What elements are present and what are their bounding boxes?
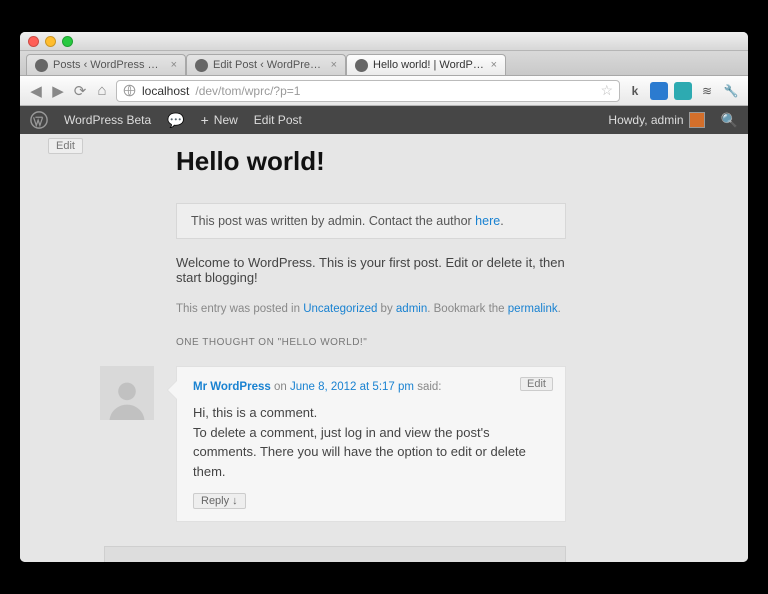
post-meta: This entry was posted in Uncategorized b… [176,303,566,315]
close-window-button[interactable] [28,36,39,47]
comment: Edit Mr WordPress on June 8, 2012 at 5:1… [176,366,566,522]
tab-title: Hello world! | WordPress Bet… [373,59,486,71]
comment-text-line: To delete a comment, just log in and vie… [193,423,549,482]
content-viewport: Edit Hello world! This post was written … [20,134,748,562]
comments-heading: One thought on "Hello World!" [176,337,566,348]
address-host: localhost [142,84,189,98]
comment-avatar [100,366,154,420]
author-note-box: This post was written by admin. Contact … [176,203,566,239]
close-tab-icon[interactable]: × [491,59,497,71]
comment-body-box: Edit Mr WordPress on June 8, 2012 at 5:1… [176,366,566,522]
comment-reply-button[interactable]: Reply ↓ [193,493,246,509]
minimize-window-button[interactable] [45,36,56,47]
user-avatar-icon [689,112,705,128]
browser-tab[interactable]: Hello world! | WordPress Bet… × [346,54,506,75]
extension-layers-icon[interactable]: ≋ [698,82,716,100]
forward-button[interactable]: ▶ [50,82,66,100]
reload-button[interactable]: ⟳ [72,82,88,100]
back-button[interactable]: ◀ [28,82,44,100]
comment-meta: Mr WordPress on June 8, 2012 at 5:17 pm … [193,381,549,393]
adminbar-new[interactable]: + New [201,113,238,127]
favicon-icon [35,59,48,72]
avatar-placeholder-icon [105,376,149,420]
adminbar-new-label: New [214,113,238,127]
browser-tab[interactable]: Edit Post ‹ WordPress Beta … × [186,54,346,75]
extension-blue-icon[interactable] [650,82,668,100]
reply-form: Leave a Reply Logged in as admin. Log ou… [104,546,566,562]
permalink-link[interactable]: permalink [508,303,558,315]
adminbar-howdy[interactable]: Howdy, admin [608,112,704,128]
tab-title: Edit Post ‹ WordPress Beta … [213,59,326,71]
wordpress-logo-icon[interactable] [30,111,48,129]
comments-bubble-icon[interactable]: 💬 [167,112,184,129]
tab-title: Posts ‹ WordPress Beta — W… [53,59,166,71]
comment-author-link[interactable]: Mr WordPress [193,381,271,393]
post-title: Hello world! [176,146,566,177]
address-bar[interactable]: localhost/dev/tom/wprc/?p=1 ☆ [116,80,620,102]
author-contact-link[interactable]: here [475,214,500,228]
plus-icon: + [201,113,209,127]
post-excerpt: Welcome to WordPress. This is your first… [176,255,566,285]
favicon-icon [195,59,208,72]
toolbar: ◀ ▶ ⟳ ⌂ localhost/dev/tom/wprc/?p=1 ☆ k … [20,76,748,106]
zoom-window-button[interactable] [62,36,73,47]
adminbar-site-name[interactable]: WordPress Beta [64,113,151,127]
home-button[interactable]: ⌂ [94,82,110,99]
author-link[interactable]: admin [396,303,427,315]
edit-post-link[interactable]: Edit [48,138,83,154]
address-path: /dev/tom/wprc/?p=1 [195,84,300,98]
bookmark-star-icon[interactable]: ☆ [600,82,613,99]
adminbar-search-icon[interactable]: 🔍 [721,112,738,129]
browser-window: Posts ‹ WordPress Beta — W… × Edit Post … [20,32,748,562]
browser-tab[interactable]: Posts ‹ WordPress Beta — W… × [26,54,186,75]
tab-strip: Posts ‹ WordPress Beta — W… × Edit Post … [20,51,748,76]
comment-text-line: Hi, this is a comment. [193,403,549,423]
adminbar-edit-post[interactable]: Edit Post [254,113,302,127]
favicon-icon [355,59,368,72]
close-tab-icon[interactable]: × [331,59,337,71]
wp-admin-bar: WordPress Beta 💬 + New Edit Post Howdy, … [20,106,748,134]
comment-date-link[interactable]: June 8, 2012 at 5:17 pm [290,381,414,393]
window-titlebar [20,32,748,51]
close-tab-icon[interactable]: × [171,59,177,71]
extension-k-icon[interactable]: k [626,82,644,100]
comment-edit-button[interactable]: Edit [520,377,553,391]
author-note-text: This post was written by admin. Contact … [191,214,475,228]
category-link[interactable]: Uncategorized [303,303,377,315]
chrome-settings-icon[interactable]: 🔧 [722,82,740,100]
globe-icon [123,84,136,97]
extension-teal-icon[interactable] [674,82,692,100]
adminbar-howdy-label: Howdy, admin [608,113,683,127]
